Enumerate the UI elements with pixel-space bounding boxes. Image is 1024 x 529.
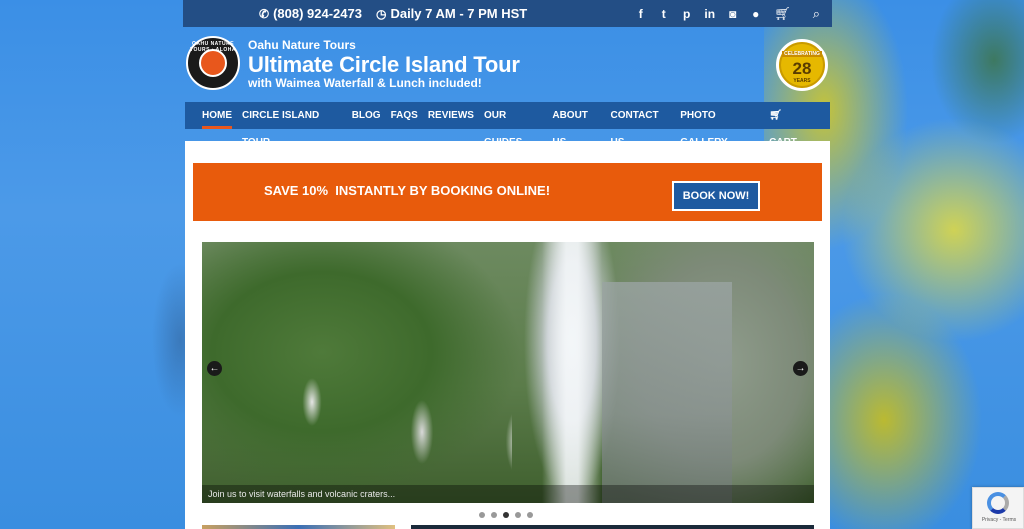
slider-prev-icon[interactable]: ← <box>207 361 222 376</box>
top-bar: ✆ (808) 924-2473 ◷ Daily 7 AM - 7 PM HST f… <box>183 0 832 27</box>
content-panel: SAVE 10% INSTANTLY BY BOOKING ONLINE! BO… <box>185 141 830 529</box>
badge-years-label: YEARS <box>793 78 811 84</box>
page-subtitle: with Waimea Waterfall & Lunch included! <box>248 76 482 90</box>
slide-caption: Join us to visit waterfalls and volcanic… <box>202 485 814 503</box>
slide-rock-face <box>602 282 732 503</box>
linkedin-icon[interactable]: in <box>703 7 716 21</box>
hours-info: ◷ Daily 7 AM - 7 PM HST <box>376 6 527 21</box>
top-tools: 🛒︎ ⌕ <box>774 6 820 22</box>
slider-dot[interactable] <box>479 512 485 518</box>
site-header: OAHU NATURE TOURS · ALOHA Oahu Nature To… <box>183 27 832 102</box>
slider-dot[interactable] <box>515 512 521 518</box>
cart-icon: 🛒︎ <box>769 110 782 121</box>
slider-next-icon[interactable]: → <box>793 361 808 376</box>
instagram-icon[interactable]: ◙ <box>726 7 739 21</box>
slider-dot[interactable] <box>491 512 497 518</box>
nav-cart[interactable]: 🛒︎ CART <box>764 102 814 148</box>
logo-emblem <box>199 49 227 77</box>
cart-icon[interactable]: 🛒︎ <box>774 6 791 22</box>
video-thumbnail[interactable] <box>411 525 814 529</box>
phone-link[interactable]: ✆ (808) 924-2473 <box>259 6 362 21</box>
recaptcha-icon <box>987 492 1009 514</box>
page-title: Ultimate Circle Island Tour <box>248 52 520 77</box>
hero-slider[interactable]: ← → Join us to visit waterfalls and volc… <box>202 242 814 503</box>
clock-icon: ◷ <box>375 7 387 21</box>
nav-item-faqs[interactable]: FAQS <box>386 102 423 129</box>
company-name: Oahu Nature Tours <box>248 38 356 52</box>
phone-number: (808) 924-2473 <box>273 6 362 21</box>
company-logo[interactable]: OAHU NATURE TOURS · ALOHA <box>186 36 240 90</box>
slider-dot[interactable] <box>527 512 533 518</box>
badge-years-number: 28 <box>792 59 812 78</box>
nav-item-about-us[interactable]: ABOUT US <box>547 102 605 148</box>
facebook-icon[interactable]: f <box>634 7 647 21</box>
promo-banner: SAVE 10% INSTANTLY BY BOOKING ONLINE! BO… <box>193 163 822 221</box>
search-icon[interactable]: ⌕ <box>813 6 820 22</box>
recaptcha-text[interactable]: Privacy - Terms <box>975 517 1023 523</box>
thumbnail-image[interactable] <box>202 525 395 529</box>
anniversary-badge: CELEBRATING 28 YEARS <box>776 39 828 91</box>
slide-hikers <box>252 362 512 503</box>
twitter-icon[interactable]: t <box>657 7 670 21</box>
contact-info: ✆ (808) 924-2473 ◷ Daily 7 AM - 7 PM HST <box>259 6 527 21</box>
brand-block: Oahu Nature Tours Ultimate Circle Island… <box>248 38 520 90</box>
phone-icon: ✆ <box>259 7 270 21</box>
nav-item-photo-gallery[interactable]: PHOTO GALLERY <box>675 102 764 148</box>
slider-dot-active[interactable] <box>503 512 509 518</box>
pinterest-icon[interactable]: p <box>680 7 693 21</box>
nav-item-contact-us[interactable]: CONTACT US <box>606 102 676 148</box>
recaptcha-badge[interactable]: Privacy - Terms <box>972 487 1024 529</box>
nav-item-circle-island-tour[interactable]: CIRCLE ISLAND TOUR <box>237 102 347 148</box>
main-nav: HOME CIRCLE ISLAND TOUR BLOG FAQS REVIEW… <box>185 102 830 148</box>
flickr-icon[interactable]: ● <box>749 7 762 21</box>
badge-celebrating: CELEBRATING <box>782 51 822 57</box>
nav-item-blog[interactable]: BLOG <box>347 102 386 129</box>
slide-waterfall <box>542 242 602 503</box>
book-now-button[interactable]: BOOK NOW! <box>672 181 760 211</box>
hours-text: Daily 7 AM - 7 PM HST <box>390 6 528 21</box>
palm-shadow <box>130 230 190 450</box>
logo-ring-text: OAHU NATURE TOURS · ALOHA <box>190 41 236 53</box>
slider-dots <box>479 512 533 518</box>
nav-item-reviews[interactable]: REVIEWS <box>423 102 479 129</box>
nav-item-home[interactable]: HOME <box>197 102 237 129</box>
promo-text: SAVE 10% INSTANTLY BY BOOKING ONLINE! <box>264 183 551 198</box>
social-links: f t p in ◙ ● <box>634 7 762 21</box>
nav-item-our-guides[interactable]: OUR GUIDES <box>479 102 547 148</box>
